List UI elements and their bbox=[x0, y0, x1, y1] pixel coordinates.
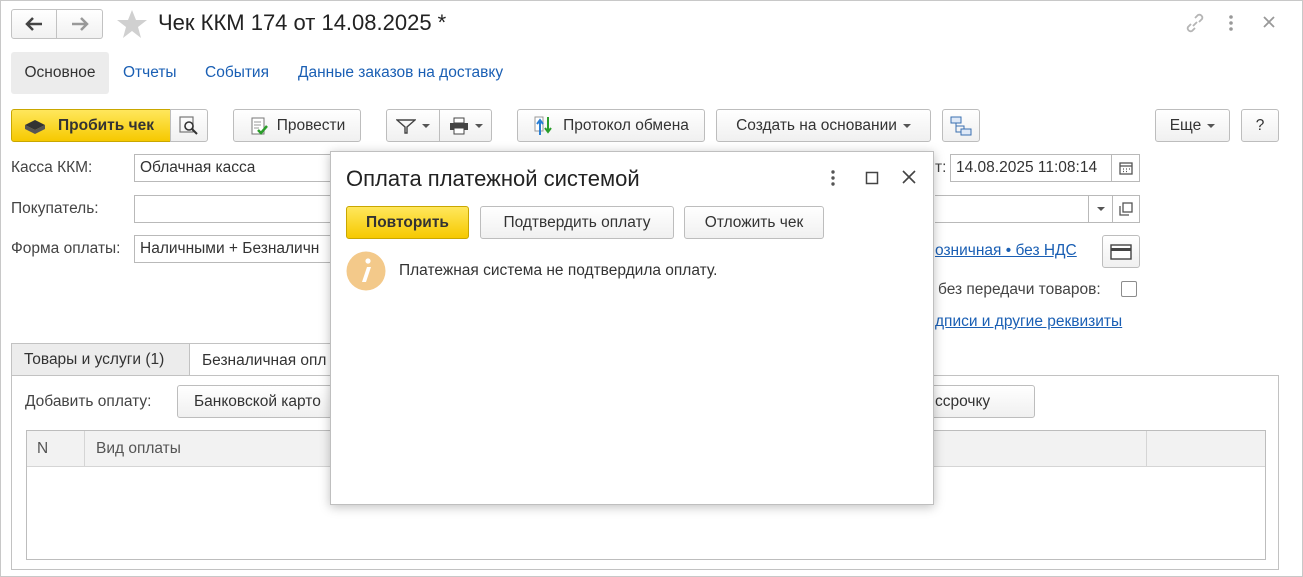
post-document-icon bbox=[251, 117, 268, 135]
arrow-left-icon bbox=[25, 17, 42, 31]
print-check-label: Пробить чек bbox=[58, 116, 154, 134]
more-vertical-icon[interactable] bbox=[1226, 13, 1236, 33]
buyer-open-button[interactable] bbox=[1112, 195, 1140, 223]
post-button[interactable]: Провести bbox=[233, 109, 361, 142]
link-icon[interactable] bbox=[1184, 13, 1206, 33]
arrow-right-icon bbox=[71, 17, 89, 31]
buyer-field-tail[interactable] bbox=[935, 195, 1089, 223]
add-bank-card-button[interactable]: Банковской карто bbox=[177, 385, 347, 418]
create-based-on-label: Создать на основании bbox=[736, 116, 897, 134]
payment-terminal-button[interactable] bbox=[1102, 235, 1140, 268]
cash-register-label: Касса ККМ: bbox=[11, 159, 93, 176]
structure-button[interactable] bbox=[942, 109, 980, 142]
buyer-label: Покупатель: bbox=[11, 200, 99, 217]
magnifier-icon bbox=[179, 115, 198, 135]
dialog-message: Платежная система не подтвердила оплату. bbox=[399, 262, 718, 279]
add-payment-label: Добавить оплату: bbox=[25, 393, 152, 410]
exchange-log-button[interactable]: Протокол обмена bbox=[517, 109, 705, 142]
print-check-button[interactable]: Пробить чек bbox=[11, 109, 171, 142]
dialog-title: Оплата платежной системой bbox=[346, 166, 640, 191]
payment-form-field[interactable]: Наличными + Безналичн bbox=[134, 235, 339, 263]
open-window-icon bbox=[1119, 202, 1133, 216]
chevron-down-icon bbox=[1096, 207, 1105, 211]
chevron-down-icon bbox=[902, 123, 911, 128]
check-preview-button[interactable] bbox=[170, 109, 208, 142]
no-goods-transfer-checkbox[interactable] bbox=[1121, 281, 1137, 297]
dialog-more-icon[interactable] bbox=[828, 169, 838, 187]
chevron-down-icon bbox=[474, 123, 483, 128]
column-header-number[interactable]: N bbox=[27, 431, 85, 466]
page-title: Чек ККМ 174 от 14.08.2025 * bbox=[158, 10, 447, 35]
printer-icon bbox=[449, 117, 468, 134]
tab-cashless-payment[interactable]: Безналичная опл bbox=[189, 343, 349, 377]
section-reports[interactable]: Отчеты bbox=[123, 64, 177, 82]
more-label: Еще bbox=[1169, 116, 1202, 134]
chevron-down-icon bbox=[1207, 123, 1216, 128]
cash-register-icon bbox=[25, 119, 45, 134]
buyer-dropdown-button[interactable] bbox=[1088, 195, 1113, 223]
chevron-down-icon bbox=[422, 123, 430, 128]
card-icon bbox=[1110, 243, 1132, 260]
filter-button[interactable] bbox=[386, 109, 440, 142]
section-events[interactable]: События bbox=[205, 64, 269, 82]
exchange-arrows-icon bbox=[534, 116, 552, 135]
help-button[interactable]: ? bbox=[1241, 109, 1279, 142]
dialog-maximize-icon[interactable] bbox=[865, 171, 879, 185]
calendar-icon bbox=[1118, 162, 1133, 175]
postpone-check-button[interactable]: Отложить чек bbox=[684, 206, 824, 239]
exchange-log-label: Протокол обмена bbox=[563, 116, 689, 134]
signatures-link[interactable]: дписи и другие реквизиты bbox=[935, 313, 1122, 331]
info-icon bbox=[346, 251, 386, 291]
funnel-icon bbox=[396, 118, 416, 134]
confirm-payment-button[interactable]: Подтвердить оплату bbox=[480, 206, 674, 239]
close-icon[interactable] bbox=[1262, 15, 1276, 29]
tab-goods-services[interactable]: Товары и услуги (1) bbox=[11, 343, 190, 376]
no-goods-transfer-label: без передачи товаров: bbox=[938, 281, 1101, 298]
dialog-close-icon[interactable] bbox=[902, 170, 916, 184]
back-button[interactable] bbox=[11, 9, 57, 39]
favorite-star-icon[interactable] bbox=[116, 9, 148, 39]
date-field[interactable]: 14.08.2025 11:08:14 bbox=[950, 154, 1112, 182]
create-based-on-button[interactable]: Создать на основании bbox=[716, 109, 931, 142]
payment-form-label: Форма оплаты: bbox=[11, 240, 121, 257]
price-type-link[interactable]: озничная • без НДС bbox=[935, 242, 1077, 260]
more-button[interactable]: Еще bbox=[1155, 109, 1230, 142]
column-divider bbox=[1146, 431, 1147, 466]
post-label: Провести bbox=[276, 116, 346, 134]
cash-register-field[interactable]: Облачная касса bbox=[134, 154, 339, 182]
date-label: т: bbox=[935, 159, 947, 176]
buyer-field[interactable] bbox=[134, 195, 339, 223]
section-delivery-orders[interactable]: Данные заказов на доставку bbox=[298, 64, 503, 82]
payment-system-dialog: Оплата платежной системой Повторить Подт… bbox=[330, 151, 934, 505]
retry-button[interactable]: Повторить bbox=[346, 206, 469, 239]
forward-button[interactable] bbox=[57, 9, 103, 39]
calendar-button[interactable] bbox=[1111, 154, 1140, 182]
section-main[interactable]: Основное bbox=[11, 52, 109, 94]
hierarchy-icon bbox=[950, 116, 972, 135]
print-button[interactable] bbox=[439, 109, 492, 142]
